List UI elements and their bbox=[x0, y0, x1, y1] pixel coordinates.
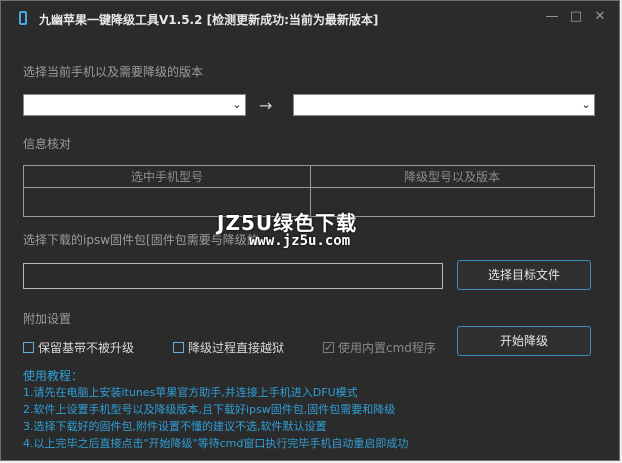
select-file-button[interactable]: 选择目标文件 bbox=[457, 260, 591, 290]
select-version-label: 选择当前手机以及需要降级的版本 bbox=[23, 65, 204, 79]
maximize-button[interactable]: □ bbox=[567, 9, 585, 25]
checkmark-icon: ✓ bbox=[324, 341, 334, 354]
tutorial-step: 2.软件上设置手机型号以及降级版本,且下载好ipsw固件包,固件包需要和降级 bbox=[23, 403, 396, 416]
tutorial-step: 3.选择下载好的固件包,附件设置不懂的建议不选,软件默认设置 bbox=[23, 420, 327, 433]
arrow-right-icon: → bbox=[259, 96, 273, 115]
chevron-down-icon: ⌄ bbox=[229, 95, 245, 115]
keep-baseband-checkbox[interactable]: 保留基带不被升级 bbox=[23, 339, 134, 356]
checkbox-label: 使用内置cmd程序 bbox=[338, 341, 436, 355]
minimize-button[interactable]: — bbox=[543, 9, 561, 25]
checkbox-box bbox=[173, 342, 184, 353]
start-downgrade-button[interactable]: 开始降级 bbox=[457, 326, 591, 356]
checkbox-label: 降级过程直接越狱 bbox=[188, 341, 285, 355]
col-header-downgrade: 降级型号以及版本 bbox=[310, 166, 594, 188]
jailbreak-checkbox[interactable]: 降级过程直接越狱 bbox=[173, 339, 284, 356]
checkbox-box: ✓ bbox=[323, 342, 334, 353]
checkbox-box bbox=[23, 342, 34, 353]
col-header-model: 选中手机型号 bbox=[24, 166, 310, 188]
main-window: 九幽苹果一键降级工具V1.5.2 [检测更新成功:当前为最新版本] — □ ✕ … bbox=[0, 0, 620, 461]
chevron-down-icon: ⌄ bbox=[578, 95, 594, 115]
title-bar: 九幽苹果一键降级工具V1.5.2 [检测更新成功:当前为最新版本] — □ ✕ bbox=[1, 1, 619, 35]
builtin-cmd-checkbox[interactable]: ✓ 使用内置cmd程序 bbox=[323, 339, 436, 356]
info-check-label: 信息核对 bbox=[23, 137, 72, 151]
phone-icon bbox=[19, 11, 27, 25]
watermark-logo: JZ5U绿色下载 bbox=[217, 211, 358, 235]
firmware-path-field[interactable] bbox=[23, 263, 443, 289]
target-version-select[interactable]: ⌄ bbox=[293, 94, 595, 116]
close-button[interactable]: ✕ bbox=[591, 9, 609, 25]
window-title: 九幽苹果一键降级工具V1.5.2 [检测更新成功:当前为最新版本] bbox=[39, 13, 379, 27]
watermark-url: www.jz5u.com bbox=[249, 233, 351, 249]
options-label: 附加设置 bbox=[23, 312, 72, 326]
checkbox-label: 保留基带不被升级 bbox=[38, 341, 135, 355]
tutorial-step: 4.以上完毕之后直接点击"开始降级"等待cmd窗口执行完毕手机自动重启即成功 bbox=[23, 437, 409, 450]
tutorial-title: 使用教程： bbox=[23, 369, 84, 383]
tutorial-step: 1.请先在电脑上安装itunes苹果官方助手,并连接上手机进入DFU模式 bbox=[23, 386, 358, 399]
phone-model-select[interactable]: ⌄ bbox=[23, 94, 246, 116]
